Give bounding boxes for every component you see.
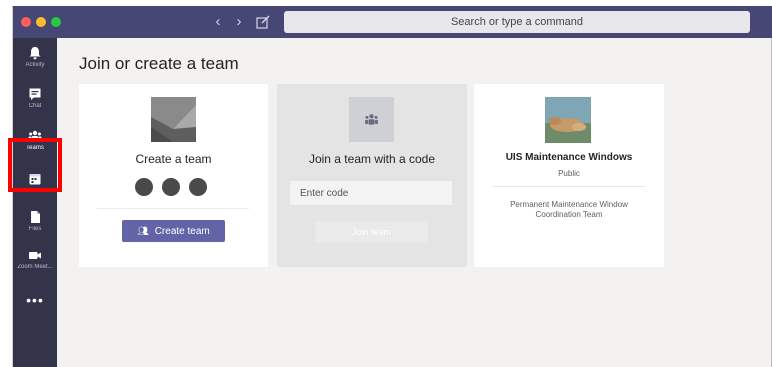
- rail-label-chat: Chat: [28, 103, 42, 109]
- video-camera-icon: [29, 252, 41, 259]
- maximize-window-button[interactable]: [51, 17, 61, 27]
- bell-icon: [29, 47, 41, 60]
- minimize-window-button[interactable]: [36, 17, 46, 27]
- rail-item-chat[interactable]: Chat: [13, 87, 57, 127]
- rail-label-files: Files: [28, 226, 42, 232]
- avatar: [134, 177, 154, 197]
- close-window-button[interactable]: [21, 17, 31, 27]
- rail-item-files[interactable]: Files: [13, 210, 57, 250]
- join-team-button[interactable]: Join team: [315, 221, 428, 243]
- card-divider: [97, 208, 249, 209]
- join-team-card: Join a team with a code Join team: [277, 84, 467, 267]
- team-card-uis[interactable]: UIS Maintenance Windows Public Permanent…: [474, 84, 664, 267]
- join-team-title: Join a team with a code: [308, 152, 436, 166]
- team-description: Permanent Maintenance Window Coordinatio…: [510, 200, 628, 219]
- title-bar: ‹ › Search or type a command: [13, 6, 772, 38]
- rail-item-zoom[interactable]: Zoom Meet...: [13, 248, 57, 288]
- files-icon: [31, 211, 40, 223]
- avatar: [188, 177, 208, 197]
- avatar: [161, 177, 181, 197]
- rail-label-activity: Activity: [25, 62, 45, 68]
- teams-window: ‹ › Search or type a command Activity Ch…: [8, 6, 772, 367]
- page-title: Join or create a team: [79, 54, 239, 73]
- create-team-image: [151, 97, 196, 142]
- rail-label-zoom: Zoom Meet...: [17, 264, 53, 270]
- forward-arrow-icon[interactable]: ›: [231, 12, 247, 32]
- create-team-button[interactable]: 👥︎ Create team: [122, 220, 225, 242]
- create-team-button-label: Create team: [154, 226, 210, 237]
- team-privacy: Public: [558, 169, 580, 178]
- create-team-title: Create a team: [135, 152, 212, 166]
- back-arrow-icon[interactable]: ‹: [210, 12, 226, 32]
- join-team-image: [349, 97, 394, 142]
- card-divider: [493, 186, 645, 187]
- rail-item-activity[interactable]: Activity: [13, 46, 57, 86]
- team-name: UIS Maintenance Windows: [505, 152, 633, 163]
- team-code-input[interactable]: [290, 181, 452, 205]
- teams-highlight-box: [8, 138, 62, 192]
- add-people-icon: 👥︎: [137, 226, 149, 236]
- app-rail: Activity Chat Teams Calendar Files Zoom …: [8, 38, 62, 367]
- create-team-card[interactable]: Create a team 👥︎ Create team: [79, 84, 268, 267]
- compose-icon[interactable]: [255, 14, 271, 30]
- team-image: [545, 97, 591, 143]
- more-apps-icon[interactable]: •••: [13, 292, 57, 308]
- search-command-bar[interactable]: Search or type a command: [284, 11, 750, 33]
- avatar-group: [134, 177, 214, 197]
- teams-icon: [365, 114, 378, 125]
- chat-icon: [29, 88, 41, 100]
